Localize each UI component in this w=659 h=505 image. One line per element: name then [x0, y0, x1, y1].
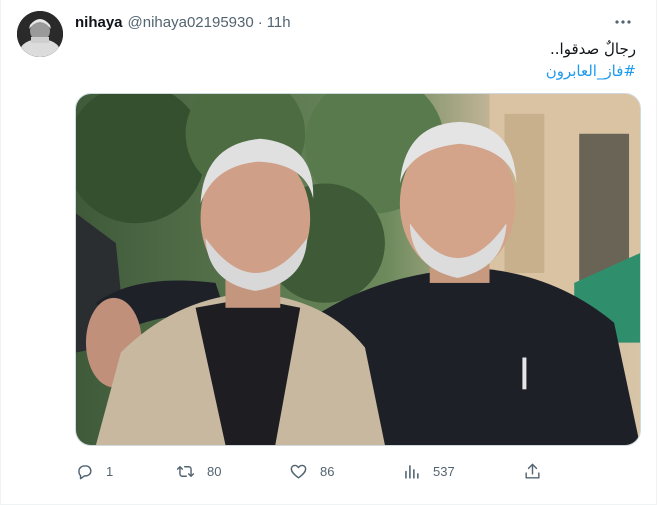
photo-two-men: [76, 94, 640, 445]
tweet-photo[interactable]: [75, 93, 641, 446]
more-options-button[interactable]: [612, 14, 634, 30]
reply-icon: [78, 464, 92, 479]
separator-dot: ·: [257, 13, 263, 31]
tweet-body: رجالٌ صدقوا..: [550, 40, 636, 58]
share-button[interactable]: [523, 460, 542, 482]
reply-count: 1: [106, 463, 114, 479]
like-count: 86: [320, 463, 335, 479]
retweet-count: 80: [207, 463, 222, 479]
more-horizontal-icon: [615, 20, 631, 24]
tweet-actions: 1 80 86 537: [75, 460, 555, 482]
heart-icon: [290, 464, 307, 479]
hashtag-link[interactable]: #فاز_العابرون: [546, 60, 636, 82]
tweet-text: رجالٌ صدقوا.. #فاز_العابرون: [75, 38, 636, 82]
avatar[interactable]: [17, 11, 63, 57]
reply-button[interactable]: 1: [75, 460, 113, 482]
retweet-icon: [176, 465, 195, 477]
share-icon: [525, 463, 540, 479]
author-handle[interactable]: @nihaya02195930: [128, 14, 254, 31]
author-display-name[interactable]: nihaya: [75, 14, 123, 31]
views-count: 537: [433, 463, 455, 479]
views-button[interactable]: 537: [402, 460, 455, 482]
views-chart-icon: [405, 464, 419, 479]
tweet-header: nihaya @nihaya02195930 · 11h: [75, 12, 642, 32]
timestamp[interactable]: 11h: [267, 14, 291, 31]
retweet-button[interactable]: 80: [176, 460, 221, 482]
tweet-card[interactable]: nihaya @nihaya02195930 · 11h رجالٌ صدقوا…: [0, 0, 657, 505]
like-button[interactable]: 86: [289, 460, 334, 482]
